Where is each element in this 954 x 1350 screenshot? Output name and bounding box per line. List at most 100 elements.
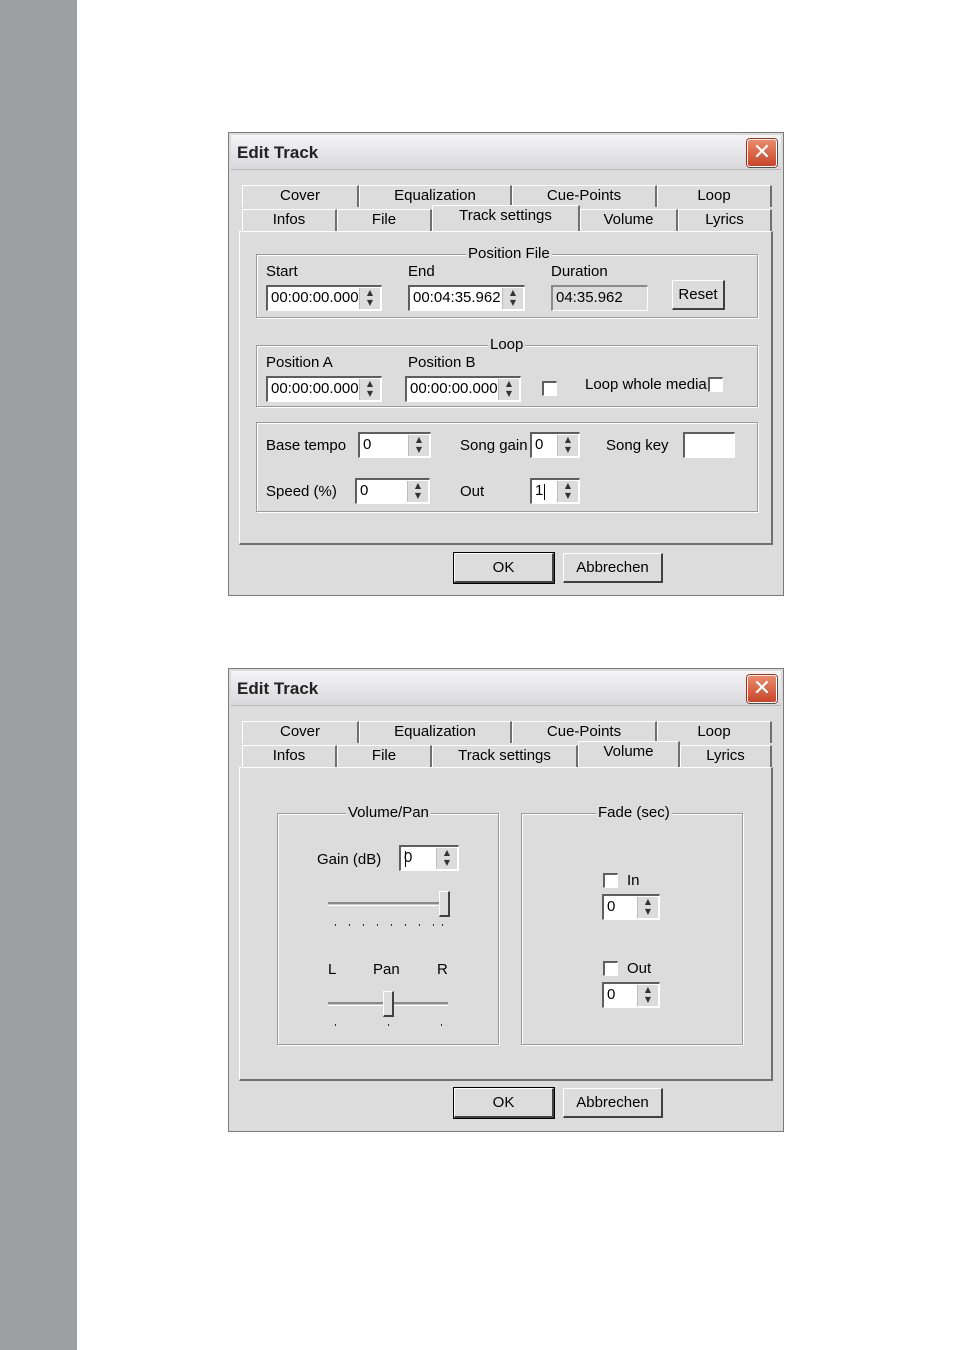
tab-label: Equalization bbox=[394, 723, 476, 740]
pan-right-label: R bbox=[437, 961, 448, 978]
song-key-input[interactable] bbox=[683, 432, 735, 458]
tab-lyrics[interactable]: Lyrics bbox=[680, 745, 772, 767]
speed-value: 0 bbox=[360, 482, 369, 499]
tab-label: Infos bbox=[272, 747, 306, 764]
position-a-value: 00:00:00.000 bbox=[271, 380, 359, 397]
close-button[interactable]: ✕ bbox=[747, 139, 777, 167]
tab-label: Equalization bbox=[394, 187, 476, 204]
text-caret bbox=[405, 851, 406, 867]
tab-panel: Volume/Pan Gain (dB) 0 ▲ ▼ L Pan R Fade … bbox=[239, 767, 773, 1081]
tab-file[interactable]: File bbox=[337, 745, 432, 767]
fade-out-input[interactable]: 0 ▲ ▼ bbox=[602, 982, 660, 1008]
tab-track-settings[interactable]: Track settings bbox=[432, 745, 578, 767]
ok-label: OK bbox=[492, 1094, 515, 1111]
tab-volume[interactable]: Volume bbox=[578, 741, 680, 767]
tab-label: Cue-Points bbox=[546, 723, 622, 740]
tab-lyrics[interactable]: Lyrics bbox=[678, 209, 772, 231]
tab-loop[interactable]: Loop bbox=[657, 721, 772, 743]
tab-cover[interactable]: Cover bbox=[242, 721, 359, 743]
fade-group: Fade (sec) In 0 ▲ ▼ Out 0 ▲ ▼ bbox=[521, 804, 743, 1045]
spin-arrows-icon[interactable]: ▲ ▼ bbox=[557, 435, 578, 456]
position-a-label: Position A bbox=[266, 354, 333, 371]
loop-enable-checkbox[interactable] bbox=[542, 381, 557, 396]
end-value: 00:04:35.962 bbox=[413, 289, 501, 306]
spin-arrows-icon[interactable]: ▲ ▼ bbox=[502, 288, 523, 309]
position-file-group: Position File Start End Duration 00:00:0… bbox=[256, 245, 758, 318]
gain-label: Gain (dB) bbox=[317, 851, 382, 868]
tab-file[interactable]: File bbox=[337, 209, 432, 231]
position-b-input[interactable]: 00:00:00.000 ▲ ▼ bbox=[405, 376, 521, 402]
tab-infos[interactable]: Infos bbox=[242, 209, 337, 231]
start-input[interactable]: 00:00:00.000 ▲ ▼ bbox=[266, 285, 382, 311]
tick-mark bbox=[335, 924, 336, 926]
tick-mark bbox=[442, 924, 443, 926]
reset-button[interactable]: Reset bbox=[672, 280, 725, 310]
edit-track-dialog-track-settings: Edit Track ✕ Cover Equalization Cue-Poin… bbox=[228, 132, 784, 596]
ok-button[interactable]: OK bbox=[454, 1088, 554, 1118]
tab-label: Cover bbox=[279, 187, 320, 204]
tab-cue-points[interactable]: Cue-Points bbox=[512, 721, 657, 743]
fade-out-checkbox[interactable] bbox=[603, 961, 618, 976]
fade-out-value: 0 bbox=[607, 986, 616, 1003]
fade-out-label: Out bbox=[627, 960, 652, 977]
fade-in-checkbox[interactable] bbox=[603, 873, 618, 888]
spin-arrows-icon[interactable]: ▲ ▼ bbox=[436, 848, 457, 869]
tab-cue-points[interactable]: Cue-Points bbox=[512, 185, 657, 207]
tick-mark bbox=[388, 1024, 389, 1026]
fade-in-label: In bbox=[627, 872, 640, 889]
pan-slider-thumb[interactable] bbox=[383, 991, 394, 1017]
group-title: Position File bbox=[466, 245, 552, 262]
song-gain-label: Song gain bbox=[460, 437, 528, 454]
tab-equalization[interactable]: Equalization bbox=[359, 721, 512, 743]
tab-volume[interactable]: Volume bbox=[580, 209, 678, 231]
spin-arrows-icon[interactable]: ▲ ▼ bbox=[557, 481, 578, 502]
dialog-title: Edit Track bbox=[237, 679, 319, 698]
close-icon: ✕ bbox=[752, 676, 772, 701]
cancel-label: Abbrechen bbox=[576, 1094, 649, 1111]
cancel-button[interactable]: Abbrechen bbox=[563, 553, 663, 583]
gain-input[interactable]: 0 ▲ ▼ bbox=[399, 845, 459, 871]
group-title: Loop bbox=[488, 336, 526, 353]
cancel-button[interactable]: Abbrechen bbox=[563, 1088, 663, 1118]
tab-label: Loop bbox=[697, 723, 731, 740]
tab-label: Loop bbox=[697, 187, 731, 204]
end-input[interactable]: 00:04:35.962 ▲ ▼ bbox=[408, 285, 525, 311]
spin-arrows-icon[interactable]: ▲ ▼ bbox=[408, 435, 429, 456]
position-a-input[interactable]: 00:00:00.000 ▲ ▼ bbox=[266, 376, 382, 402]
spin-arrows-icon[interactable]: ▲ ▼ bbox=[498, 379, 519, 400]
end-label: End bbox=[408, 263, 435, 280]
text-caret bbox=[544, 484, 545, 500]
speed-input[interactable]: 0 ▲ ▼ bbox=[355, 478, 430, 504]
tick-mark bbox=[441, 1024, 442, 1026]
gain-slider-thumb[interactable] bbox=[439, 891, 450, 917]
tick-mark bbox=[391, 924, 392, 926]
tab-label: Lyrics bbox=[705, 211, 744, 228]
out-input[interactable]: 1 ▲ ▼ bbox=[530, 478, 580, 504]
tab-loop[interactable]: Loop bbox=[657, 185, 772, 207]
base-tempo-input[interactable]: 0 ▲ ▼ bbox=[358, 432, 431, 458]
tick-mark bbox=[335, 1024, 336, 1026]
speed-label: Speed (%) bbox=[266, 483, 337, 500]
tab-label: File bbox=[371, 211, 397, 228]
volume-pan-group: Volume/Pan Gain (dB) 0 ▲ ▼ L Pan R bbox=[277, 804, 499, 1045]
ok-button[interactable]: OK bbox=[454, 553, 554, 583]
close-button[interactable]: ✕ bbox=[747, 675, 777, 703]
tab-label: Volume bbox=[603, 211, 654, 228]
spin-arrows-icon[interactable]: ▲ ▼ bbox=[359, 379, 380, 400]
gain-slider[interactable] bbox=[328, 891, 450, 932]
duration-field: 04:35.962 bbox=[551, 285, 648, 311]
loop-whole-media-checkbox[interactable] bbox=[708, 377, 723, 392]
spin-arrows-icon[interactable]: ▲ ▼ bbox=[359, 288, 380, 309]
tab-cover[interactable]: Cover bbox=[242, 185, 359, 207]
spin-arrows-icon[interactable]: ▲ ▼ bbox=[407, 481, 428, 502]
tab-equalization[interactable]: Equalization bbox=[359, 185, 512, 207]
tempo-group: Base tempo 0 ▲ ▼ Song gain 0 ▲ ▼ Song key … bbox=[256, 422, 758, 512]
pan-slider[interactable] bbox=[328, 991, 448, 1032]
spin-arrows-icon[interactable]: ▲ ▼ bbox=[637, 985, 658, 1006]
tab-track-settings[interactable]: Track settings bbox=[432, 205, 580, 231]
spin-arrows-icon[interactable]: ▲ ▼ bbox=[637, 897, 658, 918]
tab-infos[interactable]: Infos bbox=[242, 745, 337, 767]
ok-label: OK bbox=[492, 559, 515, 576]
song-gain-input[interactable]: 0 ▲ ▼ bbox=[530, 432, 580, 458]
fade-in-input[interactable]: 0 ▲ ▼ bbox=[602, 894, 660, 920]
